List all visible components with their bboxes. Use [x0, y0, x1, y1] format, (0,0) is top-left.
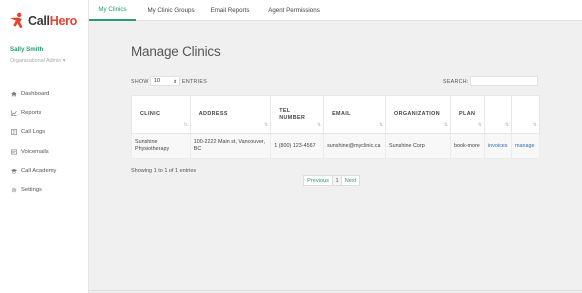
sidebar-item-voicemails[interactable]: Voicemails: [10, 142, 56, 161]
column-header-invoices[interactable]: ⇅: [483, 95, 512, 134]
tab-email-reports[interactable]: Email Reports: [206, 0, 254, 21]
sidebar-item-call-academy[interactable]: Call Academy: [10, 161, 56, 180]
sidebar-nav: Dashboard Reports Call Logs Voicemails C…: [10, 84, 56, 200]
column-header-email[interactable]: EMAIL ⇅: [323, 95, 387, 134]
top-tab-bar: My Clinics My Clinic Groups Email Report…: [89, 0, 582, 21]
sidebar: CallHero Sally Smith Organizational Admi…: [0, 0, 89, 293]
user-role-dropdown[interactable]: Organizational Admin ▾: [10, 58, 65, 64]
entries-per-page-value: 10: [154, 78, 161, 84]
cell-plan: book-more: [450, 133, 485, 159]
cell-manage: manage: [510, 133, 541, 159]
entries-label: ENTRIES: [182, 79, 208, 85]
sort-icon: ⇅: [532, 122, 537, 128]
column-header-clinic[interactable]: CLINIC ⇅: [131, 95, 191, 134]
table-header-row: CLINIC ⇅ ADDRESS ⇅ TEL NUMBER ⇅ EMAIL ⇅ ORGA…: [131, 95, 541, 134]
sort-icon: ⇅: [443, 122, 448, 128]
sidebar-item-label: Settings: [21, 187, 42, 194]
cell-email: sunshine@myclinic.ca: [323, 133, 387, 159]
cell-tel: 1 (800) 123-4567: [270, 133, 325, 159]
column-header-organization[interactable]: ORGANIZATION ⇅: [385, 95, 451, 134]
sidebar-item-reports[interactable]: Reports: [10, 103, 56, 122]
sort-icon: ⇅: [477, 122, 482, 128]
next-page-button[interactable]: Next: [341, 175, 360, 186]
column-header-plan[interactable]: PLAN ⇅: [450, 95, 485, 134]
chart-icon: [10, 109, 18, 117]
tab-agent-permissions[interactable]: Agent Permissions: [262, 0, 326, 21]
sidebar-item-dashboard[interactable]: Dashboard: [10, 84, 56, 103]
gear-icon: [10, 186, 18, 194]
select-caret-icon: ⬍: [173, 79, 177, 84]
previous-page-button[interactable]: Previous: [303, 175, 333, 186]
column-header-tel-number[interactable]: TEL NUMBER ⇅: [270, 95, 325, 134]
cell-invoices: invoices: [483, 133, 512, 159]
cell-clinic: Sunshine Physiotherapy: [131, 133, 191, 159]
sort-icon: ⇅: [378, 122, 383, 128]
manage-link[interactable]: manage: [515, 143, 534, 149]
sort-icon: ⇅: [504, 122, 509, 128]
sort-icon: ⇅: [183, 122, 188, 128]
sidebar-item-label: Dashboard: [21, 90, 50, 97]
search-label: SEARCH:: [443, 79, 469, 85]
cell-organization: Sunshine Corp: [385, 133, 451, 159]
divider: [89, 290, 582, 291]
sort-icon: ⇅: [264, 122, 268, 128]
graduation-cap-icon: [10, 167, 18, 175]
clinics-table: CLINIC ⇅ ADDRESS ⇅ TEL NUMBER ⇅ EMAIL ⇅ ORGA…: [131, 95, 541, 159]
entries-per-page-select[interactable]: 10 ⬍: [150, 76, 180, 86]
brand-name: CallHero: [28, 13, 78, 28]
tab-my-clinics[interactable]: My Clinics: [89, 0, 136, 21]
voicemail-icon: [10, 148, 18, 156]
phone-log-icon: [10, 128, 18, 136]
pagination: Previous 1 Next: [303, 175, 360, 186]
sidebar-item-label: Voicemails: [21, 148, 49, 155]
sidebar-item-label: Reports: [21, 109, 42, 116]
sidebar-item-label: Call Logs: [21, 129, 46, 136]
sidebar-item-settings[interactable]: Settings: [10, 180, 56, 199]
entries-info: Showing 1 to 1 of 1 entries: [131, 168, 197, 174]
search-input[interactable]: [470, 76, 538, 86]
column-header-address[interactable]: ADDRESS ⇅: [189, 95, 272, 134]
sidebar-item-call-logs[interactable]: Call Logs: [10, 123, 56, 142]
sort-icon: ⇅: [316, 122, 321, 128]
page-title: Manage Clinics: [131, 44, 221, 59]
hero-logo-icon: [9, 12, 23, 29]
column-header-manage[interactable]: ⇅: [510, 95, 541, 134]
cell-address: 100-2222 Main st, Vancouver, BC: [189, 133, 272, 159]
invoices-link[interactable]: invoices: [488, 143, 507, 149]
table-row: Sunshine Physiotherapy 100-2222 Main st,…: [131, 133, 541, 159]
tab-my-clinic-groups[interactable]: My Clinic Groups: [140, 0, 202, 21]
callhero-logo[interactable]: CallHero: [9, 12, 77, 29]
sidebar-item-label: Call Academy: [21, 167, 57, 174]
show-label: SHOW: [131, 79, 149, 85]
home-icon: [10, 90, 18, 98]
user-name: Sally Smith: [10, 46, 44, 53]
